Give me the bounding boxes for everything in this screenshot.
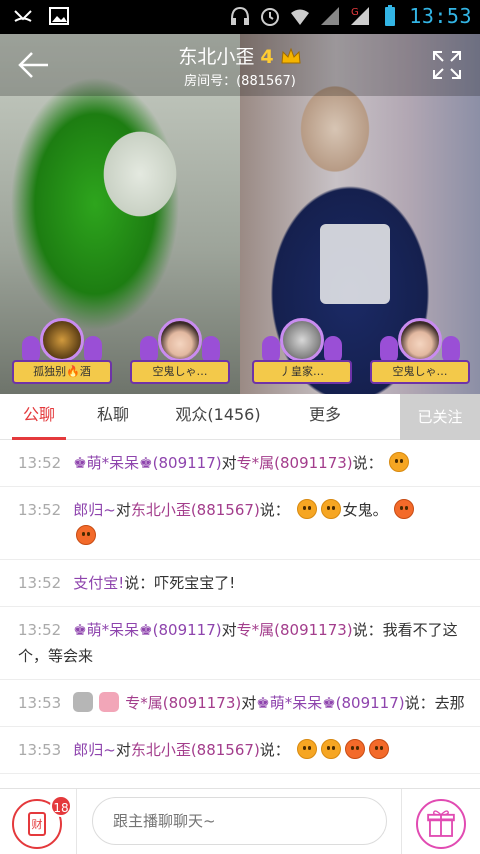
avatar xyxy=(40,318,84,362)
chat-tabs: 公聊 私聊 观众(1456) 更多 已关注 xyxy=(0,394,480,440)
emoji-icon xyxy=(320,499,341,519)
seat-name: 空鬼しゃ… xyxy=(130,360,230,384)
message-time: 13:52 xyxy=(18,574,62,592)
gift-icon[interactable] xyxy=(416,799,466,849)
message-text: 对 xyxy=(221,621,237,639)
wallet-button[interactable]: 财 18 xyxy=(12,795,72,849)
avatar xyxy=(158,318,202,362)
sender-name[interactable]: 郎归~ xyxy=(73,501,116,519)
sender-name[interactable]: ♚萌*呆呆♚(809117) xyxy=(73,454,221,472)
message-time: 13:52 xyxy=(18,621,62,639)
list-item: 13:53 专*属(8091173)对♚萌*呆呆♚(809117)说：去那 xyxy=(0,680,480,727)
seat-3[interactable]: 丿皇家… xyxy=(252,318,352,390)
tab-public-chat[interactable]: 公聊 xyxy=(0,394,78,440)
tab-audience[interactable]: 观众(1456) xyxy=(148,394,288,440)
signal-g-icon: G xyxy=(351,7,370,25)
chat-input[interactable] xyxy=(92,797,387,845)
bottom-bar: 财 18 xyxy=(0,788,480,854)
wifi-icon xyxy=(291,9,310,25)
message-text: 对 xyxy=(115,501,131,519)
emoji-icon xyxy=(320,739,341,759)
receiver-name[interactable]: 专*属(8091173) xyxy=(237,454,353,472)
list-item: 13:52 ♚萌*呆呆♚(809117)对专*属(8091173)说：我看不了这个… xyxy=(0,607,480,680)
seat-4[interactable]: 空鬼しゃ… xyxy=(370,318,470,390)
tab-private-chat[interactable]: 私聊 xyxy=(78,394,148,440)
headset-icon xyxy=(231,6,250,25)
wallet-label: 财 xyxy=(31,818,43,831)
alarm-icon xyxy=(261,8,280,26)
status-bar: G 13:53 xyxy=(0,0,480,34)
tab-more[interactable]: 更多 xyxy=(288,394,362,440)
sender-name[interactable]: 支付宝! xyxy=(73,574,124,592)
list-item: 13:53 郎归~对东北小歪(881567)说： xyxy=(0,727,480,774)
message-text: 对 xyxy=(221,454,237,472)
seat-1[interactable]: 孤独别🔥酒 xyxy=(12,318,112,390)
message-text: 说： xyxy=(352,454,383,472)
image-icon xyxy=(49,7,69,25)
avatar xyxy=(280,318,324,362)
room-title: 东北小歪 4 xyxy=(0,42,480,69)
message-text: 女鬼。 xyxy=(342,501,388,519)
sender-name[interactable]: ♚萌*呆呆♚(809117) xyxy=(73,621,221,639)
sender-name[interactable]: 郎归~ xyxy=(73,741,116,759)
seat-name: 孤独别🔥酒 xyxy=(12,360,112,384)
avatar xyxy=(398,318,442,362)
seat-2[interactable]: 空鬼しゃ… xyxy=(130,318,230,390)
battery-icon xyxy=(385,5,396,26)
divider xyxy=(76,789,77,854)
missed-call-icon xyxy=(14,10,32,22)
emoji-icon xyxy=(389,452,410,472)
message-text: 对 xyxy=(241,694,257,712)
svg-text:G: G xyxy=(351,7,359,18)
host-name: 东北小歪 xyxy=(178,46,255,68)
seat-name: 空鬼しゃ… xyxy=(370,360,470,384)
list-item: 13:52 支付宝!说：吓死宝宝了! xyxy=(0,560,480,607)
wallet-badge: 18 xyxy=(50,795,72,817)
receiver-name[interactable]: 东北小歪(881567) xyxy=(131,501,260,519)
sender-name[interactable]: 专*属(8091173) xyxy=(125,694,241,712)
divider xyxy=(401,789,402,854)
receiver-name[interactable]: 东北小歪(881567) xyxy=(131,741,260,759)
crown-icon xyxy=(281,47,301,64)
signal-icon xyxy=(321,7,340,25)
message-time: 13:52 xyxy=(18,454,62,472)
follow-button[interactable]: 已关注 xyxy=(400,394,480,440)
list-item: 13:52 郎归~对东北小歪(881567)说： 女鬼。 xyxy=(0,487,480,560)
receiver-name[interactable]: 专*属(8091173) xyxy=(237,621,353,639)
wallet-icon: 财 xyxy=(28,812,46,836)
emoji-icon xyxy=(368,739,389,759)
emoji-icon xyxy=(76,525,96,545)
message-text: 对 xyxy=(115,741,131,759)
fullscreen-icon[interactable] xyxy=(432,50,462,80)
host-level: 4 xyxy=(260,46,274,68)
list-item: 13:52 ♚萌*呆呆♚(809117)对专*属(8091173)说： xyxy=(0,440,480,487)
seat-name: 丿皇家… xyxy=(252,360,352,384)
message-time: 13:53 xyxy=(18,741,62,759)
status-clock: 13:53 xyxy=(409,4,472,28)
message-time: 13:53 xyxy=(18,694,62,712)
emoji-icon xyxy=(344,739,365,759)
live-video[interactable]: 东北小歪 4 房间号：(881567) 孤独别🔥酒 空鬼しゃ… 丿皇家… 空鬼しゃ… xyxy=(0,34,480,394)
shirt-graphic xyxy=(320,224,390,304)
room-id: 房间号：(881567) xyxy=(184,74,296,89)
message-text: 说：去那 xyxy=(404,694,465,712)
message-time: 13:52 xyxy=(18,501,62,519)
message-text: 说： xyxy=(259,741,290,759)
vip-badge-icon xyxy=(99,692,120,712)
chat-list[interactable]: 13:52 ♚萌*呆呆♚(809117)对专*属(8091173)说： 13:52… xyxy=(0,440,480,788)
emoji-icon xyxy=(394,499,415,519)
guard-badge-icon xyxy=(73,692,94,712)
receiver-name[interactable]: ♚萌*呆呆♚(809117) xyxy=(256,694,404,712)
emoji-icon xyxy=(296,739,317,759)
emoji-icon xyxy=(296,499,317,519)
message-text: 说：吓死宝宝了! xyxy=(124,574,236,592)
message-text: 说： xyxy=(259,501,290,519)
